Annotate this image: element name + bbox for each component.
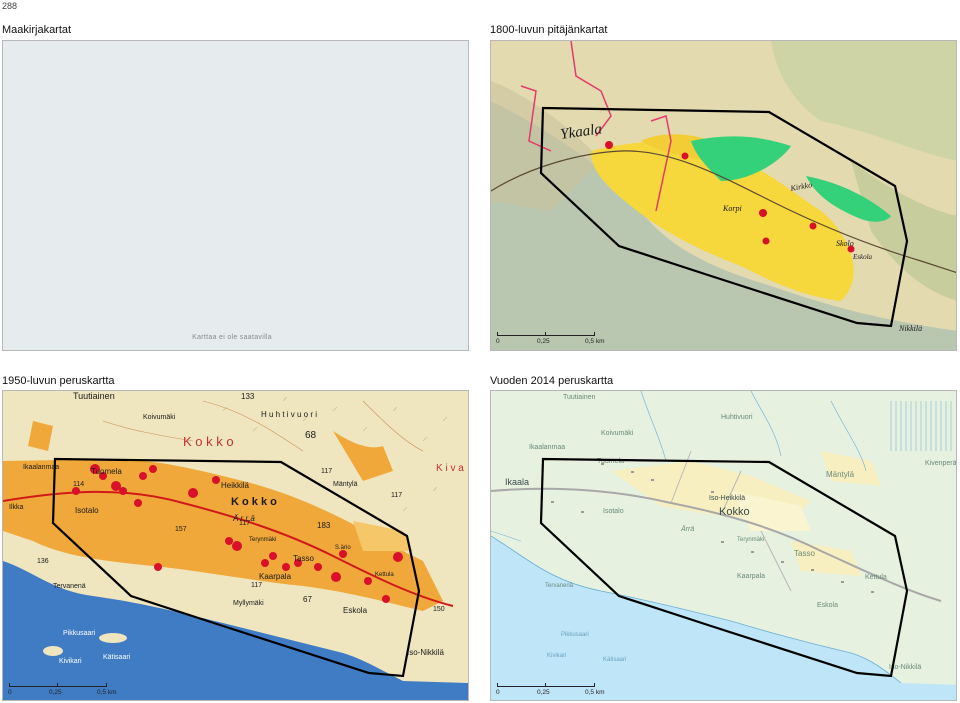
label-terynmaki: Terynmäki (737, 537, 764, 543)
label-isotalo: Isotalo (603, 508, 624, 515)
label-117c: 117 (251, 582, 262, 589)
map-panel-maakirjakartat: Karttaa ei ole saatavilla (2, 40, 469, 351)
panel-title-1950-peruskartta: 1950-luvun peruskartta (2, 375, 115, 387)
base-map-2014-drawing: Tuutiainen Koivumäki Huhtivuori Ikaalanm… (491, 391, 957, 700)
label-korpi: Korpi (722, 204, 742, 213)
label-157: 157 (175, 526, 187, 533)
label-136: 136 (37, 558, 49, 565)
label-117d: 117 (321, 468, 332, 475)
historical-map-drawing: Ykaala Korpi Kirkko Skolo Eskola Nikkilä (491, 41, 956, 350)
label-117b: 117 (391, 492, 402, 499)
label-koivumaki: Koivumäki (143, 414, 176, 421)
label-kettula: Kettula (375, 572, 394, 578)
label-heikkila: Heikkilä (221, 481, 250, 490)
label-kokko: K o k k o (231, 496, 277, 508)
label-ikaalanmaa: Ikaalanmaa (529, 444, 565, 451)
label-terynmaki: Terynmäki (249, 537, 276, 543)
label-tasso: Tasso (293, 554, 314, 563)
label-nikkila: Nikkilä (898, 324, 922, 333)
label-isotalo: Isotalo (75, 506, 99, 515)
map-panel-2014-peruskartta: Tuutiainen Koivumäki Huhtivuori Ikaalanm… (490, 390, 957, 701)
label-pikkusaari: Pikkusaari (561, 632, 589, 638)
map-panel-pitajankartat: Ykaala Korpi Kirkko Skolo Eskola Nikkilä… (490, 40, 957, 351)
label-ikaala: Ikaala (505, 477, 529, 487)
label-kokko-top: K o k k o (183, 434, 234, 449)
label-myllymaki: Myllymäki (233, 600, 264, 607)
label-kivikari: Kivikari (547, 653, 566, 659)
label-tuutiainen: Tuutiainen (563, 394, 596, 401)
page-number: 288 (2, 1, 18, 11)
label-67: 67 (303, 595, 312, 604)
label-ilkka: Ilkka (9, 504, 24, 511)
label-kokko: Kokko (719, 506, 750, 518)
label-kettula: Kettula (865, 574, 887, 581)
label-huhtivuori: H u h t i v u o r i (261, 410, 317, 419)
label-huhtivuori: Huhtivuori (721, 414, 753, 421)
label-eskola: Eskola (852, 253, 873, 261)
label-isoheikkila: Iso-Heikkilä (709, 495, 745, 502)
label-mantyla: Mäntylä (826, 470, 855, 479)
unavailable-message: Karttaa ei ole saatavilla (192, 334, 272, 341)
panel-title-2014-peruskartta: Vuoden 2014 peruskartta (490, 375, 614, 387)
label-katisaari: Kätisaari (603, 657, 626, 663)
base-map-1950-drawing: Tuutiainen Koivumäki K o k k o 68 133 H … (3, 391, 468, 700)
label-koivumaki: Koivumäki (601, 430, 634, 437)
label-isonikkila: Iso-Nikkilä (407, 648, 444, 657)
label-kiva: K i v a (436, 463, 464, 474)
label-eskola: Eskola (817, 602, 838, 609)
label-kaarpala: Kaarpala (259, 572, 292, 581)
label-pikkusaari: Pikkusaari (63, 630, 96, 637)
label-skolo: Skolo (836, 239, 854, 248)
label-tuutiainen: Tuutiainen (73, 391, 115, 401)
label-kivenpera: Kivenperä (925, 460, 957, 467)
label-arra: Ärrä (680, 525, 694, 533)
label-saario: S.ärio (335, 545, 351, 551)
label-tervanena: Tervanenä (545, 583, 574, 589)
label-kaarpala: Kaarpala (737, 573, 765, 580)
label-tasso: Tasso (794, 549, 815, 558)
label-kivikari: Kivikari (59, 658, 82, 665)
label-arra: Ä r r ä (232, 514, 255, 523)
label-133: 133 (241, 392, 255, 401)
map-panel-1950-peruskartta: Tuutiainen Koivumäki K o k k o 68 133 H … (2, 390, 469, 701)
label-mantyla: Mäntylä (333, 481, 358, 488)
panel-title-pitajankartat: 1800-luvun pitäjänkartat (490, 24, 608, 36)
label-tervanena: Tervanenä (53, 583, 86, 590)
label-183: 183 (317, 521, 331, 530)
label-tuomela: Tuomela (91, 467, 122, 476)
label-katisaari: Kätisaari (103, 654, 131, 661)
label-eskola: Eskola (343, 606, 368, 615)
label-68: 68 (305, 430, 317, 441)
label-150: 150 (433, 606, 445, 613)
panel-title-maakirjakartat: Maakirjakartat (2, 24, 72, 36)
label-114: 114 (73, 481, 84, 488)
